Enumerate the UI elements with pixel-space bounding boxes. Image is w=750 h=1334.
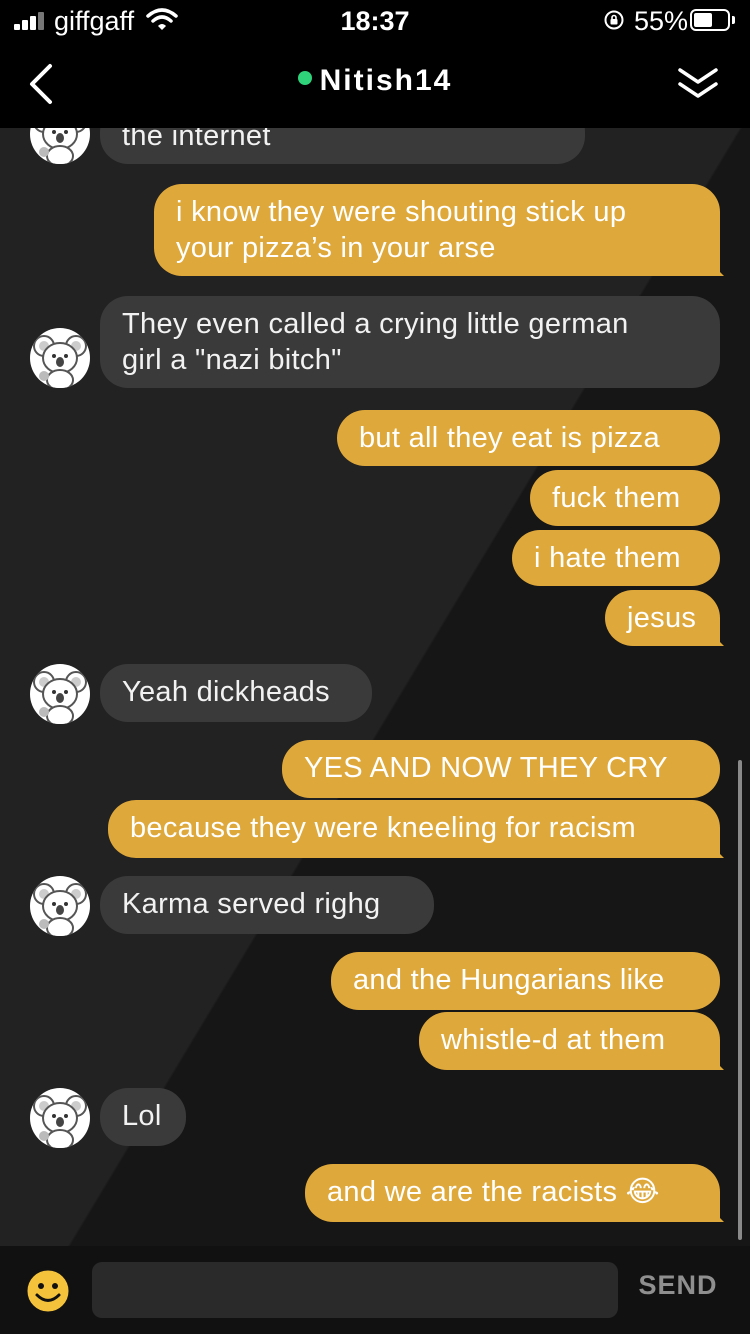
message-bubble-sent[interactable]: i hate them <box>512 530 720 586</box>
message-text: and we are the racists <box>327 1176 618 1208</box>
contact-avatar[interactable] <box>30 1088 90 1148</box>
message-bubble-sent[interactable]: fuck them <box>530 470 720 526</box>
emoji-icon[interactable] <box>23 1266 73 1316</box>
message-text: girl a "nazi bitch" <box>122 344 342 376</box>
message-bubble-received[interactable]: Lol <box>100 1088 186 1146</box>
chat-header: Nitish14 <box>0 42 750 128</box>
tears-of-joy-emoji: 😂 <box>625 1176 660 1208</box>
message-text: but all they eat is pizza <box>359 422 660 454</box>
scrollbar[interactable] <box>738 760 742 1240</box>
message-list[interactable]: the internet i know they were shouting s… <box>0 128 750 1246</box>
message-text: Lol <box>122 1100 162 1132</box>
rotation-lock-icon <box>604 10 624 30</box>
message-bubble-sent[interactable]: and we are the racists 😂 <box>305 1164 724 1222</box>
message-text: and the Hungarians like <box>353 964 665 996</box>
message-input[interactable] <box>92 1262 618 1318</box>
contact-avatar[interactable] <box>30 328 90 388</box>
online-status-dot <box>297 71 312 85</box>
message-text: YES AND NOW THEY CRY <box>304 752 668 784</box>
message-text: because they were kneeling for racism <box>130 812 636 844</box>
message-text: Yeah dickheads <box>122 676 330 708</box>
contact-avatar[interactable] <box>30 876 90 936</box>
contact-name[interactable]: Nitish14 <box>320 64 453 97</box>
message-bubble-sent[interactable]: YES AND NOW THEY CRY <box>282 740 720 798</box>
message-text: your pizza’s in your arse <box>176 232 496 264</box>
message-text: They even called a crying little german <box>122 308 629 340</box>
battery-icon <box>690 9 730 31</box>
message-text: i know they were shouting stick up <box>176 196 627 228</box>
composer-bar: SEND <box>0 1246 750 1334</box>
contact-avatar[interactable] <box>30 128 90 164</box>
message-bubble-received[interactable]: They even called a crying little german … <box>100 296 720 388</box>
message-text: Karma served righg <box>122 888 381 920</box>
message-bubble-received[interactable]: Karma served righg <box>100 876 434 934</box>
message-bubble-received[interactable]: Yeah dickheads <box>100 664 372 722</box>
battery-percent: 55% <box>634 6 689 36</box>
message-bubble-sent[interactable]: whistle-d at them <box>419 1012 724 1070</box>
message-text: fuck them <box>552 482 681 514</box>
message-bubble-received[interactable]: the internet <box>100 128 585 164</box>
message-bubble-sent[interactable]: because they were kneeling for racism <box>108 800 724 858</box>
battery-cap <box>732 16 735 24</box>
message-bubble-sent[interactable]: i know they were shouting stick up your … <box>154 184 724 276</box>
message-bubble-sent[interactable]: jesus <box>605 590 724 646</box>
message-text: i hate them <box>534 542 681 574</box>
message-text: the internet <box>122 128 271 152</box>
status-bar: giffgaff 18:37 55% <box>0 0 750 42</box>
contact-avatar[interactable] <box>30 664 90 724</box>
chat-title: Nitish14 <box>0 64 750 98</box>
message-text: whistle-d at them <box>441 1024 666 1056</box>
message-text: jesus <box>627 602 697 634</box>
chevron-double-down-icon[interactable] <box>676 64 720 104</box>
message-bubble-sent[interactable]: but all they eat is pizza <box>337 410 720 466</box>
send-button[interactable]: SEND <box>628 1270 728 1301</box>
message-bubble-sent[interactable]: and the Hungarians like <box>331 952 720 1010</box>
